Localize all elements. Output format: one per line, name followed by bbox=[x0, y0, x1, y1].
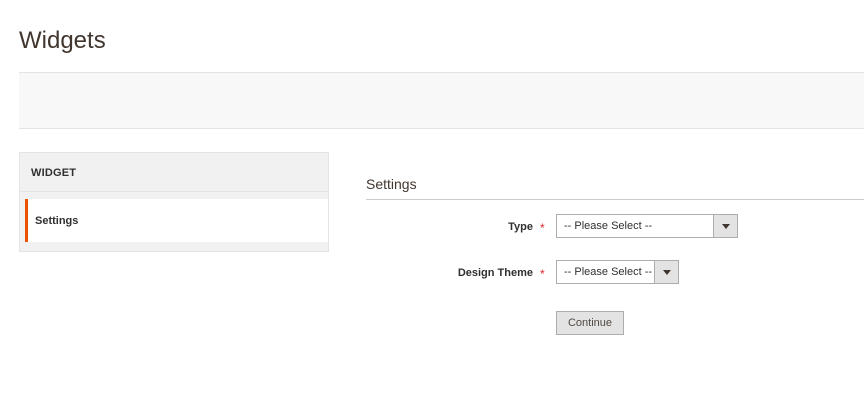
type-select[interactable]: -- Please Select -- bbox=[556, 214, 738, 238]
chevron-down-icon bbox=[663, 270, 671, 275]
design-theme-select[interactable]: -- Please Select -- bbox=[556, 260, 679, 284]
section-divider bbox=[366, 199, 864, 200]
page-title: Widgets bbox=[19, 27, 106, 54]
page: Widgets WIDGET Settings Settings Type * … bbox=[0, 0, 864, 400]
page-actions-bar bbox=[19, 72, 864, 129]
tab-settings[interactable]: Settings bbox=[25, 199, 328, 242]
sidebar-panel: WIDGET Settings bbox=[19, 152, 329, 252]
continue-button[interactable]: Continue bbox=[556, 311, 624, 335]
sidebar-title: WIDGET bbox=[31, 167, 77, 179]
type-required-marker: * bbox=[540, 221, 545, 235]
section-title: Settings bbox=[366, 176, 417, 192]
type-select-toggle[interactable] bbox=[713, 215, 737, 237]
design-theme-select-toggle[interactable] bbox=[654, 261, 678, 283]
sidebar-divider bbox=[20, 191, 328, 192]
chevron-down-icon bbox=[722, 224, 730, 229]
tab-settings-label: Settings bbox=[35, 215, 79, 227]
design-theme-label: Design Theme bbox=[457, 267, 533, 279]
type-label: Type bbox=[508, 221, 533, 233]
design-theme-select-value: -- Please Select -- bbox=[564, 266, 653, 278]
design-theme-required-marker: * bbox=[540, 267, 545, 281]
type-select-value: -- Please Select -- bbox=[564, 220, 653, 232]
